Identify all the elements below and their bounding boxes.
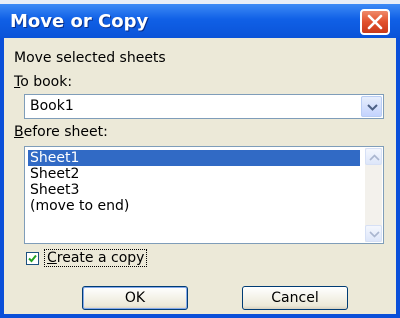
dialog-body: Move selected sheets To book: Book1 Befo… [4, 38, 396, 314]
move-selected-sheets-label: Move selected sheets [14, 50, 166, 66]
list-item-sheet1[interactable]: Sheet1 [28, 150, 360, 166]
cancel-button[interactable]: Cancel [242, 286, 348, 310]
close-icon [367, 14, 383, 30]
vertical-scrollbar[interactable] [365, 148, 382, 242]
before-sheet-list[interactable]: Sheet1 Sheet2 Sheet3 (move to end) [24, 146, 384, 244]
to-book-label: To book: [14, 74, 72, 90]
close-button[interactable] [360, 9, 390, 35]
create-copy-label[interactable]: Create a copy [44, 249, 148, 267]
list-item-sheet3[interactable]: Sheet3 [28, 182, 360, 198]
title-bar[interactable]: Move or Copy [0, 4, 400, 38]
scroll-down-button[interactable] [365, 225, 382, 242]
list-item-move-to-end[interactable]: (move to end) [28, 198, 360, 214]
before-sheet-label-rest: efore sheet: [23, 124, 108, 140]
create-copy-mnemonic: C [47, 250, 57, 266]
ok-button[interactable]: OK [82, 286, 188, 310]
create-copy-checkbox[interactable] [26, 252, 39, 265]
dialog-title: Move or Copy [10, 11, 149, 32]
scroll-up-icon [369, 154, 380, 161]
list-item-sheet2[interactable]: Sheet2 [28, 166, 360, 182]
chevron-down-icon [367, 104, 378, 111]
to-book-label-rest: o book: [20, 74, 73, 90]
before-sheet-label-mnemonic: B [14, 124, 24, 140]
create-copy-label-rest: reate a copy [56, 250, 145, 266]
before-sheet-label: Before sheet: [14, 124, 108, 140]
move-or-copy-dialog: Move or Copy Move selected sheets To boo… [0, 0, 400, 318]
scroll-down-icon [369, 231, 380, 238]
checkmark-icon [28, 254, 37, 263]
to-book-dropdown[interactable]: Book1 [24, 94, 384, 119]
to-book-value: Book1 [30, 98, 74, 114]
to-book-dropdown-button[interactable] [361, 96, 382, 117]
scroll-up-button[interactable] [365, 148, 382, 165]
